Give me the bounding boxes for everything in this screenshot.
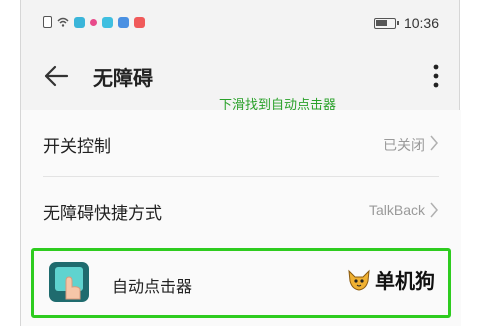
sim-icon	[43, 16, 52, 28]
status-icons-right: 10:36	[373, 15, 439, 31]
page-title: 无障碍	[93, 66, 153, 90]
app-notification-icon	[90, 18, 97, 26]
list-item-auto-clicker[interactable]: 自动点击器 单机狗	[31, 248, 451, 318]
status-icons-left	[43, 16, 145, 28]
settings-list: 开关控制 已关闭 无障碍快捷方式 TalkBack 自动点击器 单机狗	[21, 110, 461, 326]
battery-icon	[373, 17, 399, 29]
list-item-value: TalkBack	[368, 202, 425, 218]
app-notification-icon	[74, 16, 85, 28]
list-item-switch-control[interactable]: 开关控制 已关闭	[21, 110, 461, 176]
app-notification-icon	[134, 16, 145, 28]
app-notification-icon	[102, 16, 113, 28]
clock: 10:36	[403, 15, 439, 31]
list-item-value: 已关闭	[383, 137, 425, 153]
status-bar: 10:36	[21, 0, 461, 46]
app-notification-icon	[118, 16, 129, 28]
watermark: 单机狗	[346, 265, 435, 294]
auto-clicker-icon	[49, 262, 89, 302]
watermark-text: 单机狗	[375, 269, 435, 293]
dog-logo-icon	[348, 269, 370, 291]
more-options-icon[interactable]	[431, 62, 441, 90]
app-toolbar: 无障碍 下滑找到自动点击器	[21, 46, 461, 113]
chevron-right-icon	[430, 202, 438, 218]
wifi-icon	[57, 17, 69, 27]
list-item-accessibility-shortcut[interactable]: 无障碍快捷方式 TalkBack	[21, 177, 461, 243]
phone-screen: 10:36 无障碍 下滑找到自动点击器 开关控制 已关闭 无障碍快捷方式 Tal…	[20, 0, 461, 326]
list-item-label: 无障碍快捷方式	[43, 204, 162, 224]
chevron-right-icon	[430, 135, 438, 151]
back-arrow-icon[interactable]	[43, 64, 69, 88]
list-item-label: 自动点击器	[112, 277, 193, 296]
list-item-label: 开关控制	[43, 137, 111, 157]
